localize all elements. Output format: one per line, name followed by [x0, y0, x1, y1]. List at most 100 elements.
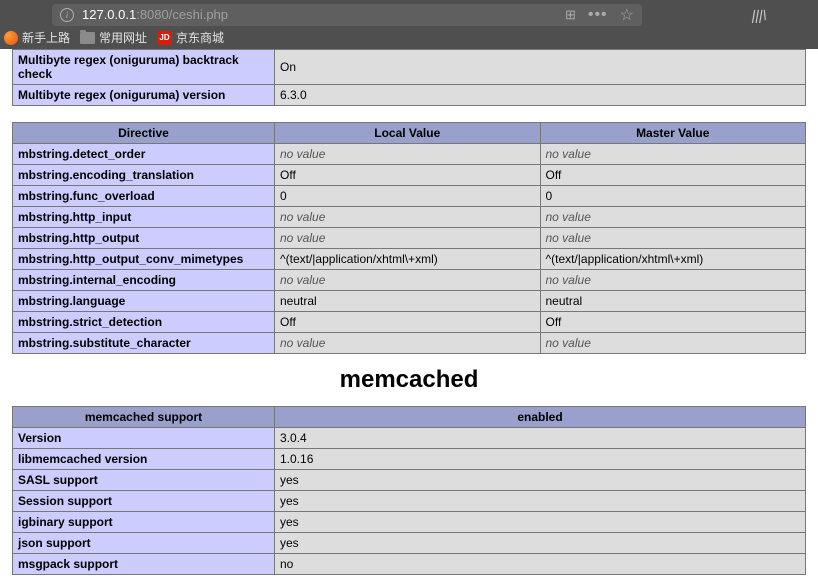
config-value: yes — [275, 470, 806, 491]
table-header-row: memcached supportenabled — [13, 407, 806, 428]
table-row: mbstring.http_outputno valueno value — [13, 228, 806, 249]
master-value: no value — [540, 333, 806, 354]
info-icon[interactable]: i — [60, 8, 74, 22]
url-rest: :8080/ceshi.php — [136, 7, 228, 22]
table-row: Multibyte regex (oniguruma) version6.3.0 — [13, 85, 806, 106]
config-key: SASL support — [13, 470, 275, 491]
directive-table: DirectiveLocal ValueMaster Valuembstring… — [12, 122, 806, 354]
page-content: Multibyte regex (oniguruma) backtrack ch… — [0, 49, 818, 587]
table-row: mbstring.substitute_characterno valueno … — [13, 333, 806, 354]
column-header: enabled — [275, 407, 806, 428]
bookmark-item-jd[interactable]: JD 京东商城 — [157, 29, 224, 46]
local-value: no value — [275, 333, 541, 354]
local-value: Off — [275, 312, 541, 333]
directive-name: mbstring.encoding_translation — [13, 165, 275, 186]
directive-name: mbstring.strict_detection — [13, 312, 275, 333]
master-value: neutral — [540, 291, 806, 312]
bookmark-label: 京东商城 — [176, 29, 224, 46]
directive-name: mbstring.http_output_conv_mimetypes — [13, 249, 275, 270]
table-row: mbstring.encoding_translationOffOff — [13, 165, 806, 186]
column-header: Directive — [13, 123, 275, 144]
config-key: Multibyte regex (oniguruma) version — [13, 85, 275, 106]
directive-name: mbstring.internal_encoding — [13, 270, 275, 291]
table-row: mbstring.func_overload00 — [13, 186, 806, 207]
config-key: Multibyte regex (oniguruma) backtrack ch… — [13, 50, 275, 85]
config-key: Version — [13, 428, 275, 449]
local-value: no value — [275, 270, 541, 291]
table-row: Multibyte regex (oniguruma) backtrack ch… — [13, 50, 806, 85]
directive-name: mbstring.substitute_character — [13, 333, 275, 354]
config-value: yes — [275, 512, 806, 533]
bookmark-bar: 新手上路 常用网址 JD 京东商城 — [0, 26, 818, 49]
firefox-icon — [4, 31, 18, 45]
column-header: Local Value — [275, 123, 541, 144]
config-value: 3.0.4 — [275, 428, 806, 449]
column-header: memcached support — [13, 407, 275, 428]
config-key: libmemcached version — [13, 449, 275, 470]
local-value: neutral — [275, 291, 541, 312]
directive-name: mbstring.http_input — [13, 207, 275, 228]
master-value: no value — [540, 207, 806, 228]
section-heading-memcached: memcached — [12, 366, 806, 394]
master-value: Off — [540, 312, 806, 333]
table-row: SASL supportyes — [13, 470, 806, 491]
table-row: igbinary supportyes — [13, 512, 806, 533]
local-value: no value — [275, 144, 541, 165]
mbstring-info-table: Multibyte regex (oniguruma) backtrack ch… — [12, 49, 806, 106]
more-icon[interactable]: ••• — [588, 6, 608, 24]
column-header: Master Value — [540, 123, 806, 144]
qr-icon[interactable]: ⊞ — [565, 7, 576, 23]
table-row: json supportyes — [13, 533, 806, 554]
url-actions: ⊞ ••• ☆ — [565, 5, 634, 25]
config-value: 1.0.16 — [275, 449, 806, 470]
bookmark-item-getting-started[interactable]: 新手上路 — [4, 29, 70, 46]
url-bar[interactable]: i 127.0.0.1:8080/ceshi.php ⊞ ••• ☆ — [52, 4, 642, 26]
master-value: ^(text/|application/xhtml\+xml) — [540, 249, 806, 270]
local-value: 0 — [275, 186, 541, 207]
config-key: msgpack support — [13, 554, 275, 575]
bookmark-label: 常用网址 — [99, 29, 147, 46]
directive-name: mbstring.func_overload — [13, 186, 275, 207]
table-row: mbstring.strict_detectionOffOff — [13, 312, 806, 333]
config-value: On — [275, 50, 806, 85]
url-host: 127.0.0.1 — [82, 7, 136, 22]
config-key: Session support — [13, 491, 275, 512]
local-value: Off — [275, 165, 541, 186]
config-value: 6.3.0 — [275, 85, 806, 106]
table-row: mbstring.internal_encodingno valueno val… — [13, 270, 806, 291]
config-key: igbinary support — [13, 512, 275, 533]
master-value: no value — [540, 270, 806, 291]
table-row: mbstring.http_inputno valueno value — [13, 207, 806, 228]
folder-icon — [80, 32, 95, 44]
browser-chrome: i 127.0.0.1:8080/ceshi.php ⊞ ••• ☆ |||\ … — [0, 0, 818, 49]
table-row: Session supportyes — [13, 491, 806, 512]
table-row: Version3.0.4 — [13, 428, 806, 449]
table-row: msgpack supportno — [13, 554, 806, 575]
directive-name: mbstring.language — [13, 291, 275, 312]
table-row: mbstring.languageneutralneutral — [13, 291, 806, 312]
library-icon[interactable]: |||\ — [751, 7, 769, 23]
table-header-row: DirectiveLocal ValueMaster Value — [13, 123, 806, 144]
master-value: Off — [540, 165, 806, 186]
bookmark-item-common[interactable]: 常用网址 — [80, 29, 147, 46]
memcached-table: memcached supportenabledVersion3.0.4libm… — [12, 406, 806, 575]
master-value: no value — [540, 228, 806, 249]
local-value: no value — [275, 207, 541, 228]
table-row: mbstring.detect_orderno valueno value — [13, 144, 806, 165]
config-value: yes — [275, 491, 806, 512]
master-value: 0 — [540, 186, 806, 207]
bookmark-star-icon[interactable]: ☆ — [620, 5, 634, 25]
jd-icon: JD — [157, 31, 172, 45]
config-value: no — [275, 554, 806, 575]
local-value: no value — [275, 228, 541, 249]
directive-name: mbstring.detect_order — [13, 144, 275, 165]
directive-name: mbstring.http_output — [13, 228, 275, 249]
table-row: mbstring.http_output_conv_mimetypes^(tex… — [13, 249, 806, 270]
config-value: yes — [275, 533, 806, 554]
url-bar-row: i 127.0.0.1:8080/ceshi.php ⊞ ••• ☆ |||\ — [0, 0, 818, 26]
local-value: ^(text/|application/xhtml\+xml) — [275, 249, 541, 270]
master-value: no value — [540, 144, 806, 165]
config-key: json support — [13, 533, 275, 554]
bookmark-label: 新手上路 — [22, 29, 70, 46]
table-row: libmemcached version1.0.16 — [13, 449, 806, 470]
